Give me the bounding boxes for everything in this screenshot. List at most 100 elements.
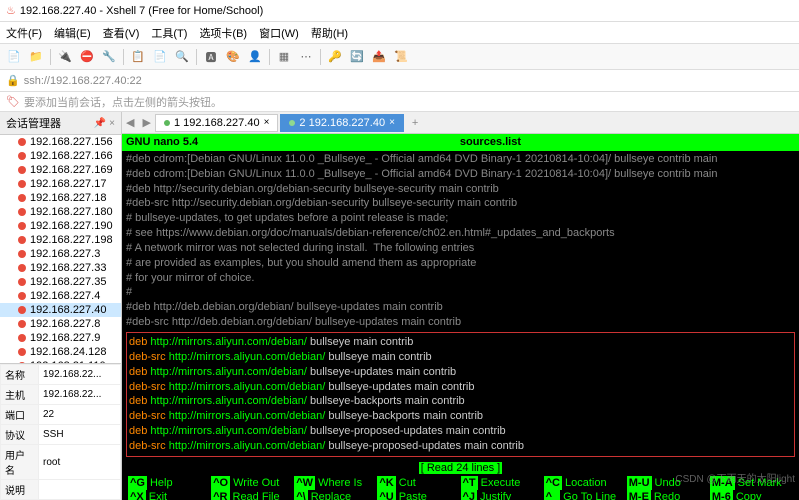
prop-proto-val: SSH — [39, 425, 121, 445]
prop-port-val: 22 — [39, 405, 121, 425]
new-session-icon[interactable]: 📄 — [6, 49, 22, 65]
terminal[interactable]: GNU nano 5.4 sources.list #deb cdrom:[De… — [122, 134, 799, 500]
pin-icon[interactable]: 📌 × — [94, 118, 115, 129]
info-bar: 🏷 要添加当前会话，点击左侧的箭头按钮。 — [0, 92, 799, 112]
file-line: # A network mirror was not selected duri… — [126, 241, 795, 256]
shortcut-desc: Cut — [399, 476, 416, 491]
more-icon[interactable]: ⋯ — [298, 49, 314, 65]
host-status-icon — [18, 194, 26, 202]
prop-name-val: 192.168.22... — [39, 365, 121, 385]
host-item[interactable]: 192.168.227.18 — [0, 191, 121, 205]
host-list[interactable]: 192.168.227.156192.168.227.166192.168.22… — [0, 135, 121, 363]
host-item[interactable]: 192.168.227.156 — [0, 135, 121, 149]
host-item[interactable]: 192.168.227.4 — [0, 289, 121, 303]
shortcut-item: ^KCut — [377, 476, 460, 491]
host-item[interactable]: 192.168.24.128 — [0, 345, 121, 359]
disconnect-icon[interactable]: ⛔ — [79, 49, 95, 65]
host-item[interactable]: 192.168.227.8 — [0, 317, 121, 331]
user-icon[interactable]: 👤 — [247, 49, 263, 65]
shortcut-desc: Redo — [654, 490, 680, 500]
host-item[interactable]: 192.168.227.35 — [0, 275, 121, 289]
host-status-icon — [18, 278, 26, 286]
transfer-icon[interactable]: 📤 — [371, 49, 387, 65]
tab-session-2[interactable]: 2 192.168.227.40 × — [280, 114, 403, 132]
tab-prev-icon[interactable]: ◀ — [122, 116, 138, 129]
menu-view[interactable]: 查看(V) — [103, 25, 140, 41]
prop-proto-key: 协议 — [1, 425, 39, 445]
address-bar[interactable]: 🔒 ssh://192.168.227.40:22 — [0, 70, 799, 92]
menu-edit[interactable]: 编辑(E) — [54, 25, 91, 41]
shortcut-key: M-6 — [710, 490, 733, 500]
file-line: deb-src http://mirrors.aliyun.com/debian… — [129, 439, 792, 454]
menu-help[interactable]: 帮助(H) — [311, 25, 348, 41]
tab-session-1[interactable]: 1 192.168.227.40× — [155, 114, 278, 132]
shortcut-key: ^X — [128, 490, 146, 500]
nano-filename: sources.list — [460, 135, 521, 150]
shortcut-desc: Paste — [399, 490, 427, 500]
sync-icon[interactable]: 🔄 — [349, 49, 365, 65]
layout-icon[interactable]: ▦ — [276, 49, 292, 65]
key-icon[interactable]: 🔑 — [327, 49, 343, 65]
file-line: # — [126, 285, 795, 300]
shortcut-item: ^XExit — [128, 490, 211, 500]
shortcut-item: ^WWhere Is — [294, 476, 377, 491]
nano-spacer — [783, 135, 795, 150]
properties-icon[interactable]: 🔧 — [101, 49, 117, 65]
tab-next-icon[interactable]: ▶ — [138, 116, 154, 129]
menu-tab[interactable]: 选项卡(B) — [199, 25, 247, 41]
host-label: 192.168.227.156 — [30, 136, 113, 148]
toolbar: 📄 📁 🔌 ⛔ 🔧 📋 📄 🔍 🅰 🎨 👤 ▦ ⋯ 🔑 🔄 📤 📜 — [0, 44, 799, 70]
status-dot-icon — [164, 120, 170, 126]
host-item[interactable]: 192.168.227.180 — [0, 205, 121, 219]
shortcut-desc: Execute — [481, 476, 521, 491]
tab-label: 2 192.168.227.40 — [299, 117, 385, 129]
host-item[interactable]: 192.168.227.190 — [0, 219, 121, 233]
terminal-body[interactable]: #deb cdrom:[Debian GNU/Linux 11.0.0 _Bul… — [122, 151, 799, 500]
menu-file[interactable]: 文件(F) — [6, 25, 42, 41]
shortcut-key: M-E — [627, 490, 651, 500]
search-icon[interactable]: 🔍 — [174, 49, 190, 65]
host-item[interactable]: 192.168.227.3 — [0, 247, 121, 261]
file-line: deb http://mirrors.aliyun.com/debian/ bu… — [129, 424, 792, 439]
file-line: deb http://mirrors.aliyun.com/debian/ bu… — [129, 365, 792, 380]
host-item[interactable]: 192.168.227.17 — [0, 177, 121, 191]
host-item[interactable]: 192.168.227.166 — [0, 149, 121, 163]
shortcut-item: ^RRead File — [211, 490, 294, 500]
color-icon[interactable]: 🎨 — [225, 49, 241, 65]
font-icon[interactable]: 🅰 — [203, 49, 219, 65]
add-tab-button[interactable]: + — [406, 115, 424, 131]
paste-icon[interactable]: 📄 — [152, 49, 168, 65]
close-icon[interactable]: × — [264, 117, 270, 128]
host-item[interactable]: 192.168.227.198 — [0, 233, 121, 247]
shortcut-item: ^UPaste — [377, 490, 460, 500]
script-icon[interactable]: 📜 — [393, 49, 409, 65]
copy-icon[interactable]: 📋 — [130, 49, 146, 65]
open-icon[interactable]: 📁 — [28, 49, 44, 65]
shortcut-key: ^T — [461, 476, 478, 491]
sidebar: 会话管理器 📌 × 192.168.227.156192.168.227.166… — [0, 112, 122, 500]
file-line: # for your mirror of choice. — [126, 271, 795, 286]
menu-tools[interactable]: 工具(T) — [151, 25, 187, 41]
shortcut-item: ^\Replace — [294, 490, 377, 500]
reconnect-icon[interactable]: 🔌 — [57, 49, 73, 65]
host-item[interactable]: 192.168.227.40 — [0, 303, 121, 317]
host-item[interactable]: 192.168.227.33 — [0, 261, 121, 275]
host-status-icon — [18, 152, 26, 160]
prop-user-val: root — [39, 445, 121, 480]
file-line: deb-src http://mirrors.aliyun.com/debian… — [129, 350, 792, 365]
host-status-icon — [18, 222, 26, 230]
shortcut-key: ^G — [128, 476, 147, 491]
shortcut-item: M-6Copy — [710, 490, 793, 500]
host-label: 192.168.24.128 — [30, 346, 106, 358]
close-icon[interactable]: × — [389, 117, 395, 128]
host-item[interactable]: 192.168.227.169 — [0, 163, 121, 177]
nano-version: GNU nano 5.4 — [126, 135, 198, 150]
host-item[interactable]: 192.168.227.9 — [0, 331, 121, 345]
shortcut-item: ^CLocation — [544, 476, 627, 491]
host-status-icon — [18, 320, 26, 328]
menu-window[interactable]: 窗口(W) — [259, 25, 299, 41]
shortcut-key: ^R — [211, 490, 229, 500]
host-status-icon — [18, 166, 26, 174]
app-icon: ♨ — [6, 4, 16, 17]
sidebar-header: 会话管理器 📌 × — [0, 112, 121, 135]
